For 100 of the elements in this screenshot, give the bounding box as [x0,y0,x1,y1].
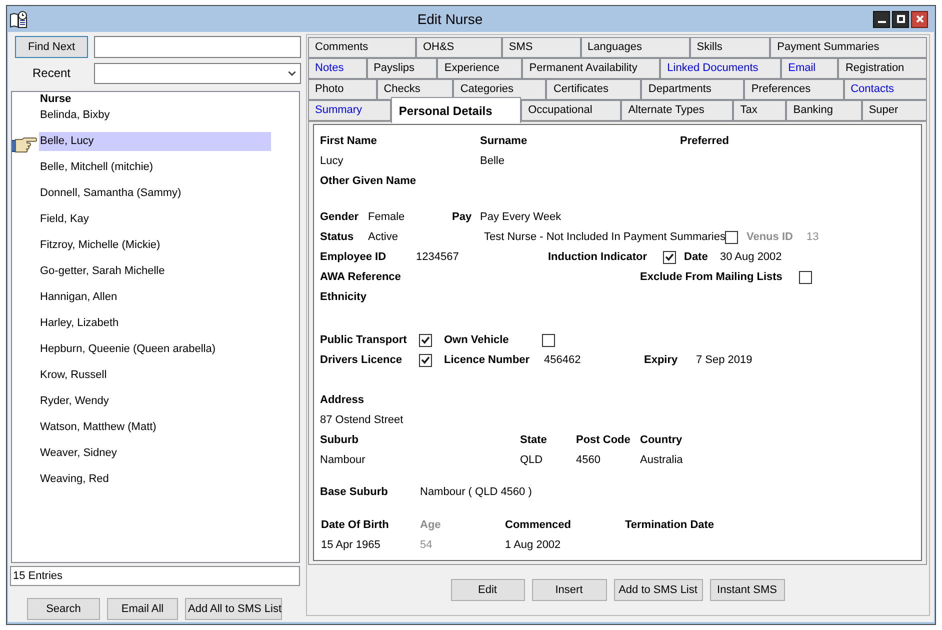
field-label: Termination Date [625,518,714,532]
nurse-list-item[interactable]: Belle, Mitchell (mitchie) [39,158,271,177]
field-value: Lucy [320,154,344,168]
nurse-list-item[interactable]: Weaving, Red [39,470,271,489]
tab[interactable]: Photo [308,79,377,100]
tab[interactable]: Occupational [521,100,622,121]
tab[interactable]: Comments [308,37,416,58]
field-label: Pay [452,210,472,224]
nurse-list-item[interactable]: Belle, Lucy [39,132,271,151]
tab[interactable]: Linked Documents [660,58,782,79]
nurse-list-item[interactable]: Watson, Matthew (Matt) [39,418,271,437]
field-label: First Name [320,134,377,148]
nurse-list-item[interactable]: Weaver, Sidney [39,444,271,463]
tab[interactable]: Categories [453,79,546,100]
nurse-list-item[interactable]: Krow, Russell [39,366,271,385]
list-action-button[interactable]: Add All to SMS List [185,598,282,620]
minimize-button[interactable] [873,10,890,28]
column-header: Nurse [40,93,72,105]
field-value: Female [368,210,405,224]
tab[interactable]: SMS [502,37,581,58]
close-button[interactable] [911,10,928,28]
tick-icon [665,253,674,261]
field-value: 7 Sep 2019 [696,353,752,367]
tab[interactable]: Banking [786,100,862,121]
checkbox[interactable] [542,334,555,346]
field-value: 87 Ostend Street [320,413,404,427]
form-action-button[interactable]: Instant SMS [710,579,784,601]
tab[interactable]: Certificates [546,79,642,100]
tab[interactable]: Registration [838,58,928,79]
form-action-button[interactable]: Add to SMS List [614,579,702,601]
nurse-list-item[interactable]: Donnell, Samantha (Sammy) [39,184,271,203]
tick-icon [421,356,430,364]
field-label: Drivers Licence [320,353,402,367]
field-value: 1 Aug 2002 [505,538,561,552]
field-label: Gender [320,210,359,224]
tab[interactable]: Summary [308,100,391,121]
find-field[interactable] [94,36,301,58]
tab[interactable]: Personal Details [390,97,522,123]
nurse-list-item[interactable]: Fitzroy, Michelle (Mickie) [39,236,271,255]
field-label: AWA Reference [320,270,401,284]
field-value: 13 [806,230,819,244]
checkbox[interactable] [419,334,432,346]
checkbox[interactable] [419,354,432,366]
field-label: Test Nurse - Not Included In Payment Summaries [484,230,726,244]
field-label: Post Code [576,433,630,447]
form-action-button[interactable]: Edit [450,579,524,601]
field-value: Nambour [320,453,366,467]
tab[interactable]: Preferences [744,79,844,100]
nurse-list-item[interactable]: Belinda, Bixby [39,106,271,125]
nurse-list-item[interactable]: Harley, Lizabeth [39,314,271,333]
field-value: Nambour ( QLD 4560 ) [420,485,532,499]
nurse-list-item[interactable]: Hannigan, Allen [39,288,271,307]
field-label: Country [640,433,682,447]
tab[interactable]: Alternate Types [621,100,734,121]
field-label: Address [320,393,364,407]
field-value: 30 Aug 2002 [720,250,782,264]
tab[interactable]: Departments [641,79,744,100]
field-label: Exclude From Mailing Lists [640,270,782,284]
field-label: Induction Indicator [548,250,647,264]
field-label: Employee ID [320,250,386,264]
tab[interactable]: OH&S [416,37,502,58]
tab[interactable]: Experience [437,58,522,79]
field-label: Date Of Birth [321,518,389,532]
tab[interactable]: Email [781,58,838,79]
field-label: Expiry [644,353,678,367]
recent-label: Recent [32,66,71,81]
field-value: 15 Apr 1965 [321,538,380,552]
tab[interactable]: Payslips [366,58,438,79]
list-action-button[interactable]: Email All [107,598,178,620]
field-label: Venus ID [746,230,793,244]
window-title: Edit Nurse [417,10,483,28]
field-value: 456462 [544,353,581,367]
checkbox[interactable] [725,230,738,244]
nurse-list-item[interactable]: Hepburn, Queenie (Queen arabella) [39,340,271,359]
tab[interactable]: Super [862,100,928,121]
field-value: 54 [420,538,432,552]
tab[interactable]: Permanent Availability [522,58,660,79]
tab[interactable]: Contacts [844,79,927,100]
nurse-list-item[interactable]: Go-getter, Sarah Michelle [39,262,271,281]
tab[interactable]: Payment Summaries [770,37,928,58]
tab[interactable]: Tax [733,100,786,121]
list-action-button[interactable]: Search [27,598,100,620]
tab[interactable]: Languages [580,37,690,58]
checkbox[interactable] [799,270,812,284]
tab[interactable]: Skills [690,37,770,58]
maximize-button[interactable] [892,10,909,28]
tab[interactable]: Notes [308,58,367,79]
checkbox[interactable] [663,250,676,264]
field-label: Own Vehicle [444,333,509,347]
field-value: Pay Every Week [480,210,562,224]
form-action-button[interactable]: Insert [532,579,606,601]
pointing-hand-icon [12,136,37,153]
book-icon [10,10,27,28]
field-label: Commenced [505,518,572,532]
nurse-list-item[interactable]: Ryder, Wendy [39,392,271,411]
field-label: Suburb [320,433,358,447]
find-next-button[interactable]: Find Next [15,36,88,58]
field-label: Preferred [680,134,729,148]
nurse-list-item[interactable]: Field, Kay [39,210,271,229]
recent-dropdown[interactable] [94,63,301,84]
